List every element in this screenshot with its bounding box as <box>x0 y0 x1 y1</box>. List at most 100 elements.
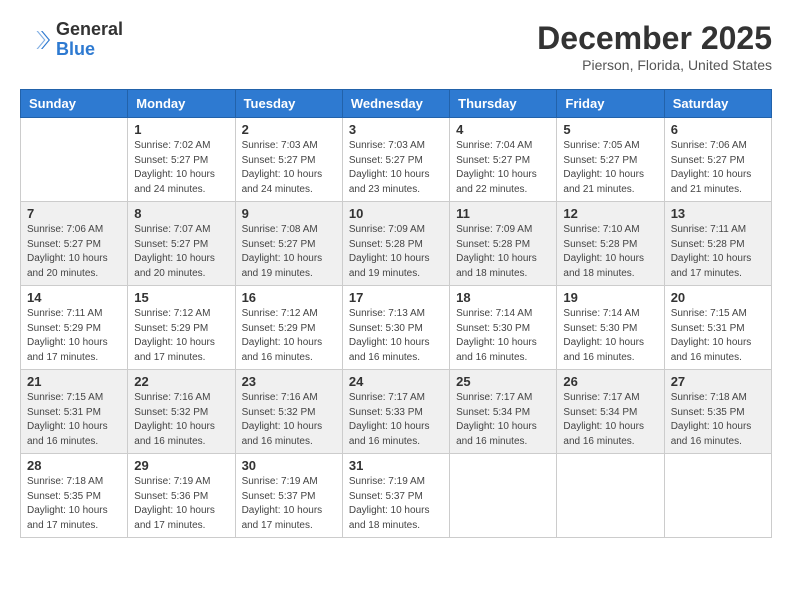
day-info: Sunrise: 7:16 AM Sunset: 5:32 PM Dayligh… <box>134 391 228 449</box>
day-info: Sunrise: 7:19 AM Sunset: 5:37 PM Dayligh… <box>349 475 443 533</box>
day-info: Sunrise: 7:10 AM Sunset: 5:28 PM Dayligh… <box>563 223 657 281</box>
calendar-cell: 31 Sunrise: 7:19 AM Sunset: 5:37 PM Dayli… <box>342 454 449 538</box>
logo-general-text: General <box>56 20 123 40</box>
day-info: Sunrise: 7:05 AM Sunset: 5:27 PM Dayligh… <box>563 139 657 197</box>
logo: General Blue <box>20 20 123 60</box>
logo-icon <box>20 25 50 55</box>
day-number: 9 <box>242 206 336 221</box>
calendar-cell <box>21 118 128 202</box>
day-info: Sunrise: 7:06 AM Sunset: 5:27 PM Dayligh… <box>27 223 121 281</box>
calendar-cell: 21 Sunrise: 7:15 AM Sunset: 5:31 PM Dayli… <box>21 370 128 454</box>
calendar-cell: 16 Sunrise: 7:12 AM Sunset: 5:29 PM Dayli… <box>235 286 342 370</box>
day-info: Sunrise: 7:19 AM Sunset: 5:36 PM Dayligh… <box>134 475 228 533</box>
day-info: Sunrise: 7:08 AM Sunset: 5:27 PM Dayligh… <box>242 223 336 281</box>
calendar-cell: 17Sunrise: 7:13 AM Sunset: 5:30 PM Dayli… <box>342 286 449 370</box>
calendar-week-row: 1Sunrise: 7:02 AM Sunset: 5:27 PM Daylig… <box>21 118 772 202</box>
calendar-cell: 27 Sunrise: 7:18 AM Sunset: 5:35 PM Dayli… <box>664 370 771 454</box>
day-info: Sunrise: 7:14 AM Sunset: 5:30 PM Dayligh… <box>456 307 550 365</box>
calendar-cell <box>664 454 771 538</box>
calendar-cell: 4 Sunrise: 7:04 AM Sunset: 5:27 PM Daylig… <box>450 118 557 202</box>
day-info: Sunrise: 7:19 AM Sunset: 5:37 PM Dayligh… <box>242 475 336 533</box>
calendar-week-row: 21 Sunrise: 7:15 AM Sunset: 5:31 PM Dayli… <box>21 370 772 454</box>
day-info: Sunrise: 7:17 AM Sunset: 5:34 PM Dayligh… <box>563 391 657 449</box>
calendar-week-row: 28Sunrise: 7:18 AM Sunset: 5:35 PM Dayli… <box>21 454 772 538</box>
day-number: 10 <box>349 206 443 221</box>
day-number: 12 <box>563 206 657 221</box>
day-info: Sunrise: 7:17 AM Sunset: 5:34 PM Dayligh… <box>456 391 550 449</box>
calendar-cell: 26 Sunrise: 7:17 AM Sunset: 5:34 PM Dayli… <box>557 370 664 454</box>
day-info: Sunrise: 7:12 AM Sunset: 5:29 PM Dayligh… <box>134 307 228 365</box>
day-number: 4 <box>456 122 550 137</box>
day-number: 14 <box>27 290 121 305</box>
calendar-cell: 5 Sunrise: 7:05 AM Sunset: 5:27 PM Daylig… <box>557 118 664 202</box>
calendar-cell: 8 Sunrise: 7:07 AM Sunset: 5:27 PM Daylig… <box>128 202 235 286</box>
calendar-cell: 2 Sunrise: 7:03 AM Sunset: 5:27 PM Daylig… <box>235 118 342 202</box>
col-header-wednesday: Wednesday <box>342 90 449 118</box>
day-info: Sunrise: 7:09 AM Sunset: 5:28 PM Dayligh… <box>349 223 443 281</box>
calendar-cell: 25 Sunrise: 7:17 AM Sunset: 5:34 PM Dayli… <box>450 370 557 454</box>
day-info: Sunrise: 7:13 AM Sunset: 5:30 PM Dayligh… <box>349 307 443 365</box>
day-number: 8 <box>134 206 228 221</box>
day-info: Sunrise: 7:11 AM Sunset: 5:28 PM Dayligh… <box>671 223 765 281</box>
calendar-cell: 3 Sunrise: 7:03 AM Sunset: 5:27 PM Daylig… <box>342 118 449 202</box>
calendar-cell: 24 Sunrise: 7:17 AM Sunset: 5:33 PM Dayli… <box>342 370 449 454</box>
calendar-cell: 13Sunrise: 7:11 AM Sunset: 5:28 PM Dayli… <box>664 202 771 286</box>
day-info: Sunrise: 7:09 AM Sunset: 5:28 PM Dayligh… <box>456 223 550 281</box>
col-header-saturday: Saturday <box>664 90 771 118</box>
calendar-cell: 23Sunrise: 7:16 AM Sunset: 5:32 PM Dayli… <box>235 370 342 454</box>
day-info: Sunrise: 7:12 AM Sunset: 5:29 PM Dayligh… <box>242 307 336 365</box>
calendar-cell: 9 Sunrise: 7:08 AM Sunset: 5:27 PM Daylig… <box>235 202 342 286</box>
calendar-cell: 7 Sunrise: 7:06 AM Sunset: 5:27 PM Daylig… <box>21 202 128 286</box>
col-header-friday: Friday <box>557 90 664 118</box>
month-title: December 2025 <box>537 20 772 57</box>
calendar-cell: 6Sunrise: 7:06 AM Sunset: 5:27 PM Daylig… <box>664 118 771 202</box>
calendar-cell: 15Sunrise: 7:12 AM Sunset: 5:29 PM Dayli… <box>128 286 235 370</box>
day-number: 21 <box>27 374 121 389</box>
day-number: 29 <box>134 458 228 473</box>
day-number: 11 <box>456 206 550 221</box>
day-info: Sunrise: 7:15 AM Sunset: 5:31 PM Dayligh… <box>27 391 121 449</box>
calendar-cell: 1Sunrise: 7:02 AM Sunset: 5:27 PM Daylig… <box>128 118 235 202</box>
calendar-cell: 30Sunrise: 7:19 AM Sunset: 5:37 PM Dayli… <box>235 454 342 538</box>
day-info: Sunrise: 7:18 AM Sunset: 5:35 PM Dayligh… <box>671 391 765 449</box>
col-header-tuesday: Tuesday <box>235 90 342 118</box>
day-number: 7 <box>27 206 121 221</box>
day-number: 26 <box>563 374 657 389</box>
page-header: General Blue December 2025 Pierson, Flor… <box>20 20 772 73</box>
calendar-header-row: SundayMondayTuesdayWednesdayThursdayFrid… <box>21 90 772 118</box>
day-number: 23 <box>242 374 336 389</box>
day-info: Sunrise: 7:11 AM Sunset: 5:29 PM Dayligh… <box>27 307 121 365</box>
calendar-cell: 10 Sunrise: 7:09 AM Sunset: 5:28 PM Dayli… <box>342 202 449 286</box>
day-info: Sunrise: 7:03 AM Sunset: 5:27 PM Dayligh… <box>349 139 443 197</box>
day-number: 19 <box>563 290 657 305</box>
day-info: Sunrise: 7:04 AM Sunset: 5:27 PM Dayligh… <box>456 139 550 197</box>
location: Pierson, Florida, United States <box>537 57 772 73</box>
day-number: 28 <box>27 458 121 473</box>
day-info: Sunrise: 7:07 AM Sunset: 5:27 PM Dayligh… <box>134 223 228 281</box>
day-number: 16 <box>242 290 336 305</box>
day-info: Sunrise: 7:06 AM Sunset: 5:27 PM Dayligh… <box>671 139 765 197</box>
calendar-table: SundayMondayTuesdayWednesdayThursdayFrid… <box>20 89 772 538</box>
day-number: 20 <box>671 290 765 305</box>
calendar-cell: 29 Sunrise: 7:19 AM Sunset: 5:36 PM Dayli… <box>128 454 235 538</box>
calendar-cell: 22 Sunrise: 7:16 AM Sunset: 5:32 PM Dayli… <box>128 370 235 454</box>
calendar-cell: 11 Sunrise: 7:09 AM Sunset: 5:28 PM Dayli… <box>450 202 557 286</box>
day-number: 22 <box>134 374 228 389</box>
day-number: 18 <box>456 290 550 305</box>
calendar-cell: 18 Sunrise: 7:14 AM Sunset: 5:30 PM Dayli… <box>450 286 557 370</box>
day-number: 27 <box>671 374 765 389</box>
day-number: 24 <box>349 374 443 389</box>
day-number: 25 <box>456 374 550 389</box>
day-info: Sunrise: 7:17 AM Sunset: 5:33 PM Dayligh… <box>349 391 443 449</box>
logo-blue-text: Blue <box>56 40 123 60</box>
logo-text: General Blue <box>56 20 123 60</box>
day-info: Sunrise: 7:14 AM Sunset: 5:30 PM Dayligh… <box>563 307 657 365</box>
col-header-monday: Monday <box>128 90 235 118</box>
day-number: 31 <box>349 458 443 473</box>
day-info: Sunrise: 7:15 AM Sunset: 5:31 PM Dayligh… <box>671 307 765 365</box>
day-number: 2 <box>242 122 336 137</box>
day-number: 3 <box>349 122 443 137</box>
day-info: Sunrise: 7:03 AM Sunset: 5:27 PM Dayligh… <box>242 139 336 197</box>
calendar-week-row: 7 Sunrise: 7:06 AM Sunset: 5:27 PM Daylig… <box>21 202 772 286</box>
day-number: 5 <box>563 122 657 137</box>
